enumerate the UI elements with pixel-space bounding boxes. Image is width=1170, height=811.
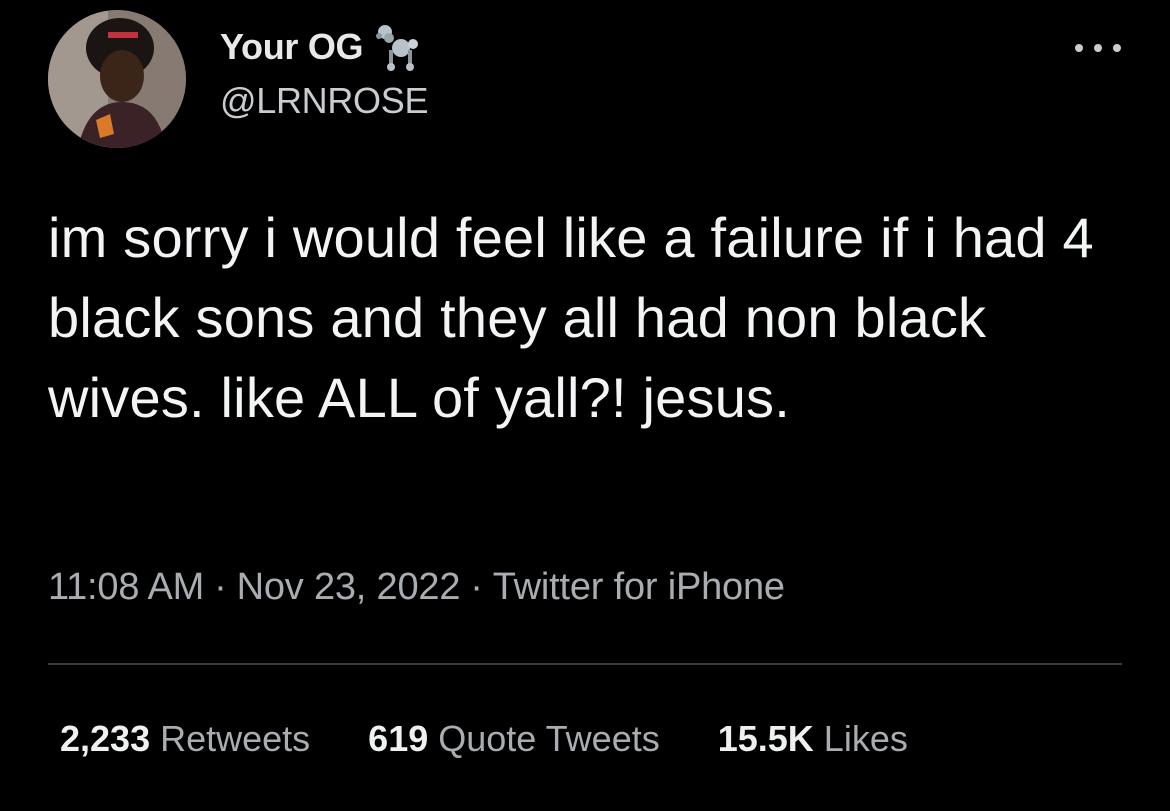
likes-count: 15.5K [717, 718, 814, 759]
likes-stat[interactable]: 15.5K Likes [718, 718, 908, 760]
author-name-row: Your OG [220, 22, 421, 72]
tweet-meta: 11:08 AM · Nov 23, 2022 · Twitter for iPhone [48, 566, 785, 609]
poodle-icon [375, 22, 421, 72]
author-handle[interactable]: @LRNROSE [220, 80, 428, 122]
more-options-icon[interactable] [1075, 36, 1121, 60]
author-display-name[interactable]: Your OG [220, 26, 364, 68]
quote-tweets-label: Quote Tweets [438, 718, 660, 759]
likes-label: Likes [823, 718, 908, 759]
tweet-text: im sorry i would feel like a failure if … [48, 206, 1094, 429]
tweet-date[interactable]: Nov 23, 2022 [237, 566, 461, 608]
avatar-image [48, 10, 186, 148]
tweet-card: Your OG @LRNROSE im sorry i would feel l… [0, 0, 1170, 811]
tweet-source[interactable]: Twitter for iPhone [493, 566, 785, 608]
tweet-stats: 2,233 Retweets 619 Quote Tweets 15.5K Likes [60, 718, 966, 760]
retweets-count: 2,233 [60, 718, 151, 759]
meta-separator: · [214, 566, 227, 608]
avatar[interactable] [48, 10, 186, 148]
tweet-time[interactable]: 11:08 AM [48, 566, 204, 608]
quote-tweets-stat[interactable]: 619 Quote Tweets [368, 718, 660, 760]
divider [48, 663, 1122, 665]
quote-tweets-count: 619 [368, 718, 429, 759]
retweets-label: Retweets [160, 718, 311, 759]
meta-separator: · [470, 566, 483, 608]
retweets-stat[interactable]: 2,233 Retweets [60, 718, 310, 760]
